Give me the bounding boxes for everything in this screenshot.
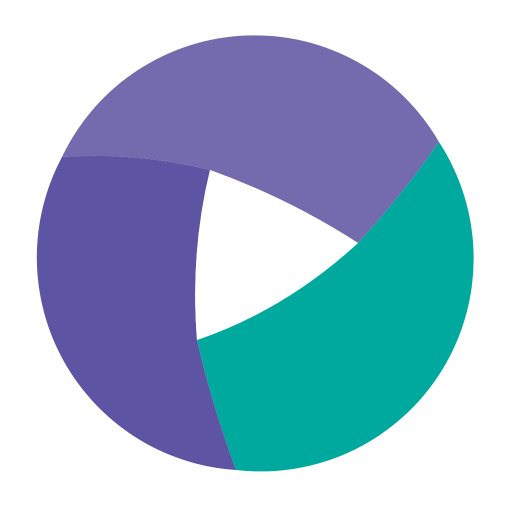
circular-play-logo-icon bbox=[36, 35, 474, 472]
logo-container bbox=[0, 0, 512, 512]
